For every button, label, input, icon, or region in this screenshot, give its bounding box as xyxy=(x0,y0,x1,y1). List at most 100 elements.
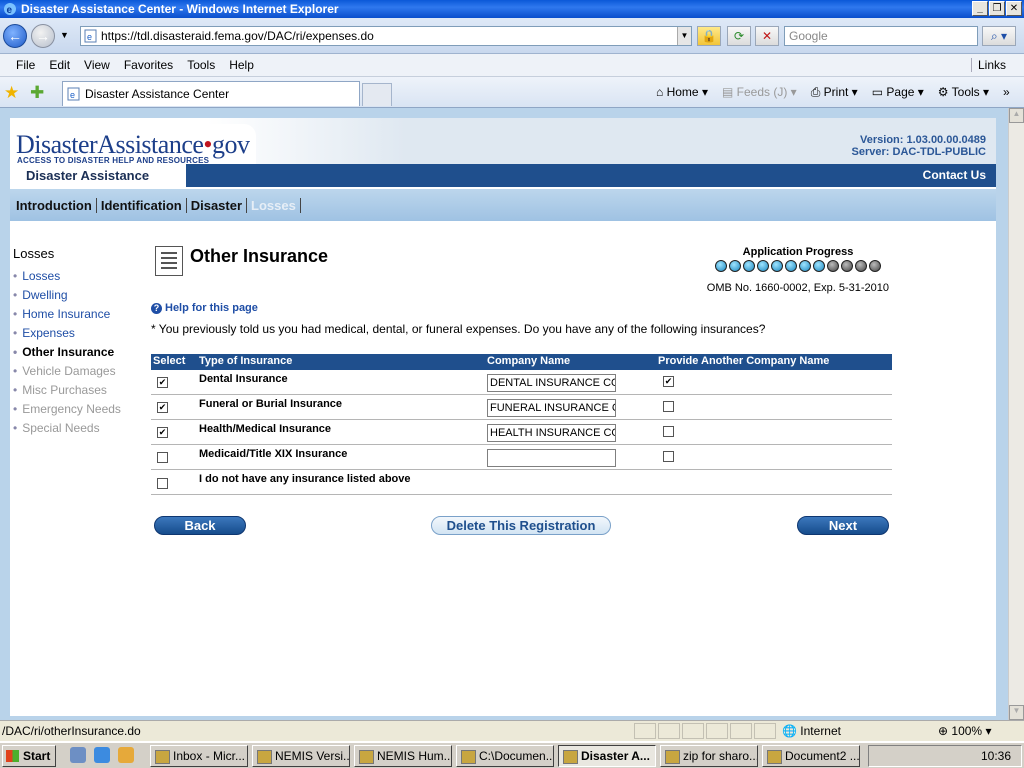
tab-title: Disaster Assistance Center xyxy=(85,87,230,101)
search-icon[interactable]: ⌕ ▾ xyxy=(982,26,1016,46)
links-button[interactable]: Links xyxy=(970,58,1006,72)
tab-disaster-assistance[interactable]: e Disaster Assistance Center xyxy=(62,81,360,106)
progress-dot xyxy=(799,260,811,272)
company-name-input[interactable]: FUNERAL INSURANCE CO xyxy=(487,399,616,417)
sidebar: Losses Losses Dwelling Home Insurance Ex… xyxy=(13,246,121,438)
svg-text:e: e xyxy=(7,5,13,16)
select-checkbox[interactable] xyxy=(157,478,168,489)
logo-gov-text: gov xyxy=(212,130,250,159)
print-icon: ⎙ xyxy=(810,85,821,99)
page-menu-icon: ▭ xyxy=(871,85,884,99)
contact-us-link[interactable]: Contact Us xyxy=(923,168,986,182)
another-company-checkbox[interactable] xyxy=(663,401,674,412)
insurance-table: Select Type of Insurance Company Name Pr… xyxy=(151,354,892,495)
quicklaunch-ie-icon[interactable] xyxy=(94,747,110,763)
progress-dot xyxy=(757,260,769,272)
menu-edit[interactable]: Edit xyxy=(49,58,70,72)
stop-icon[interactable]: ✕ xyxy=(755,26,779,46)
progress-dot xyxy=(855,260,867,272)
another-company-checkbox[interactable] xyxy=(663,451,674,462)
sidebar-item-other-insurance: Other Insurance xyxy=(13,343,121,362)
close-button[interactable]: ✕ xyxy=(1006,1,1022,16)
menu-bar: File Edit View Favorites Tools Help Link… xyxy=(0,54,1024,77)
next-button[interactable]: Next xyxy=(797,516,889,535)
page-menu-button[interactable]: ▭ Page ▾ xyxy=(872,85,924,100)
progress-dots xyxy=(710,260,886,272)
back-nav-button[interactable]: ← xyxy=(3,24,27,48)
window-titlebar: e Disaster Assistance Center - Windows I… xyxy=(0,0,1024,18)
step-identification[interactable]: Identification xyxy=(99,198,187,213)
section-title: Disaster Assistance xyxy=(10,164,186,189)
table-row: Funeral or Burial Insurance FUNERAL INSUR… xyxy=(151,395,892,420)
sidebar-item-expenses[interactable]: Expenses xyxy=(13,324,121,343)
back-button[interactable]: Back xyxy=(154,516,246,535)
select-checkbox[interactable] xyxy=(157,452,168,463)
help-link[interactable]: ? Help for this page xyxy=(151,302,258,314)
company-name-input[interactable]: DENTAL INSURANCE CO xyxy=(487,374,616,392)
progress-dot xyxy=(715,260,727,272)
print-button[interactable]: ⎙ Print ▾ xyxy=(811,85,858,100)
scroll-up-icon[interactable]: ▲ xyxy=(1009,108,1024,123)
company-name-input[interactable]: HEALTH INSURANCE CO xyxy=(487,424,616,442)
menu-file[interactable]: File xyxy=(16,58,35,72)
quicklaunch-outlook-icon[interactable] xyxy=(118,747,134,763)
chevron-more-icon[interactable]: » xyxy=(1003,85,1010,100)
clock: 10:36 xyxy=(980,749,1011,763)
search-input[interactable]: Google xyxy=(784,26,978,46)
sidebar-item-losses[interactable]: Losses xyxy=(13,267,121,286)
taskbar-item-disaster-assistance[interactable]: Disaster A... xyxy=(558,745,656,767)
taskbar-item-documents[interactable]: C:\Documen... xyxy=(456,745,554,767)
taskbar-item-zip[interactable]: zip for sharo... xyxy=(660,745,758,767)
feeds-icon: ▤ xyxy=(721,85,734,99)
address-input[interactable]: e https://tdl.disasteraid.fema.gov/DAC/r… xyxy=(80,26,692,46)
start-button[interactable]: Start xyxy=(2,745,56,767)
omb-number: OMB No. 1660-0002, Exp. 5-31-2010 xyxy=(706,282,889,294)
insurance-type: Dental Insurance xyxy=(199,373,288,385)
menu-help[interactable]: Help xyxy=(229,58,254,72)
menu-favorites[interactable]: Favorites xyxy=(124,58,173,72)
delete-registration-button[interactable]: Delete This Registration xyxy=(431,516,611,535)
sidebar-item-special-needs: Special Needs xyxy=(13,419,121,438)
home-button[interactable]: ⌂ Home ▾ xyxy=(656,85,708,100)
scroll-down-icon[interactable]: ▼ xyxy=(1009,705,1024,720)
step-disaster[interactable]: Disaster xyxy=(189,198,248,213)
add-favorite-icon[interactable]: ✚ xyxy=(30,83,44,103)
lock-icon[interactable]: 🔒 xyxy=(697,26,721,46)
intro-text: * You previously told us you had medical… xyxy=(151,322,766,336)
logo-main-text: DisasterAssistance xyxy=(16,130,204,159)
progress-dot xyxy=(813,260,825,272)
new-tab-button[interactable] xyxy=(362,83,392,106)
table-row: Dental Insurance DENTAL INSURANCE CO xyxy=(151,370,892,395)
forward-nav-button[interactable]: → xyxy=(31,24,55,48)
taskbar-item-inbox[interactable]: Inbox - Micr... xyxy=(150,745,248,767)
taskbar-item-nemis-human[interactable]: NEMIS Hum... xyxy=(354,745,452,767)
tools-menu-button[interactable]: ⚙ Tools ▾ xyxy=(938,85,989,100)
sidebar-item-home-insurance[interactable]: Home Insurance xyxy=(13,305,121,324)
vertical-scrollbar[interactable]: ▲ ▼ xyxy=(1008,108,1024,720)
favorites-star-icon[interactable]: ★ xyxy=(4,83,19,103)
history-dropdown-icon[interactable]: ▼ xyxy=(60,30,69,40)
taskbar-item-document2[interactable]: Document2 ... xyxy=(762,745,860,767)
feeds-button[interactable]: ▤ Feeds (J) ▾ xyxy=(722,85,797,100)
quicklaunch-desktop-icon[interactable] xyxy=(70,747,86,763)
refresh-icon[interactable]: ⟳ xyxy=(727,26,751,46)
restore-button[interactable]: ❐ xyxy=(989,1,1005,16)
select-checkbox[interactable] xyxy=(157,427,168,438)
address-dropdown-icon[interactable]: ▼ xyxy=(677,27,691,45)
menu-tools[interactable]: Tools xyxy=(187,58,215,72)
globe-icon: 🌐 xyxy=(782,724,797,738)
zoom-control[interactable]: ⊕ 100% ▾ xyxy=(938,724,991,738)
progress-dot xyxy=(827,260,839,272)
menu-view[interactable]: View xyxy=(84,58,110,72)
select-checkbox[interactable] xyxy=(157,402,168,413)
insurance-type: I do not have any insurance listed above xyxy=(199,473,411,485)
sidebar-item-dwelling[interactable]: Dwelling xyxy=(13,286,121,305)
company-name-input[interactable] xyxy=(487,449,616,467)
select-checkbox[interactable] xyxy=(157,377,168,388)
another-company-checkbox[interactable] xyxy=(663,426,674,437)
another-company-checkbox[interactable] xyxy=(663,376,674,387)
svg-text:e: e xyxy=(70,90,75,100)
minimize-button[interactable]: _ xyxy=(972,1,988,16)
step-introduction[interactable]: Introduction xyxy=(14,198,97,213)
taskbar-item-nemis-version[interactable]: NEMIS Versi... xyxy=(252,745,350,767)
